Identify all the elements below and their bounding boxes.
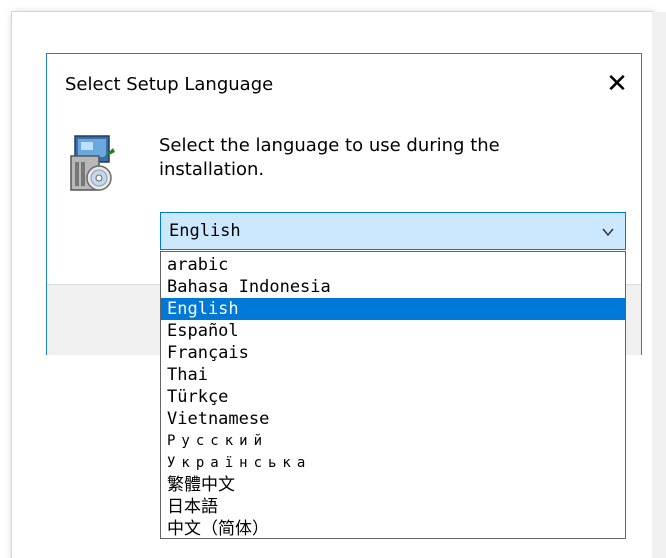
language-option-thai[interactable]: Thai [161, 364, 625, 386]
language-dropdown-list[interactable]: arabic Bahasa Indonesia English Español … [160, 251, 626, 539]
language-option-ukrainian[interactable]: Українська [161, 452, 625, 474]
language-option-turkce[interactable]: Türkçe [161, 386, 625, 408]
language-option-espanol[interactable]: Español [161, 320, 625, 342]
language-option-russian[interactable]: Русский [161, 430, 625, 452]
language-select[interactable]: English [160, 212, 626, 250]
close-icon: ✕ [606, 69, 628, 99]
language-option-traditional-chinese[interactable]: 繁體中文 [161, 474, 625, 496]
language-select-value: English [169, 221, 241, 241]
prompt-text: Select the language to use during the in… [159, 135, 500, 180]
chevron-down-icon [602, 228, 614, 237]
setup-installer-icon [70, 135, 115, 191]
language-option-japanese[interactable]: 日本語 [161, 496, 625, 518]
language-option-arabic[interactable]: arabic [161, 254, 625, 276]
window-edge [652, 12, 666, 558]
language-option-francais[interactable]: Français [161, 342, 625, 364]
language-option-bahasa-indonesia[interactable]: Bahasa Indonesia [161, 276, 625, 298]
language-option-vietnamese[interactable]: Vietnamese [161, 408, 625, 430]
language-option-english[interactable]: English [161, 298, 625, 320]
dialog-title: Select Setup Language [65, 74, 274, 95]
language-option-simplified-chinese[interactable]: 中文（简体） [161, 518, 625, 540]
close-button[interactable]: ✕ [599, 66, 635, 102]
